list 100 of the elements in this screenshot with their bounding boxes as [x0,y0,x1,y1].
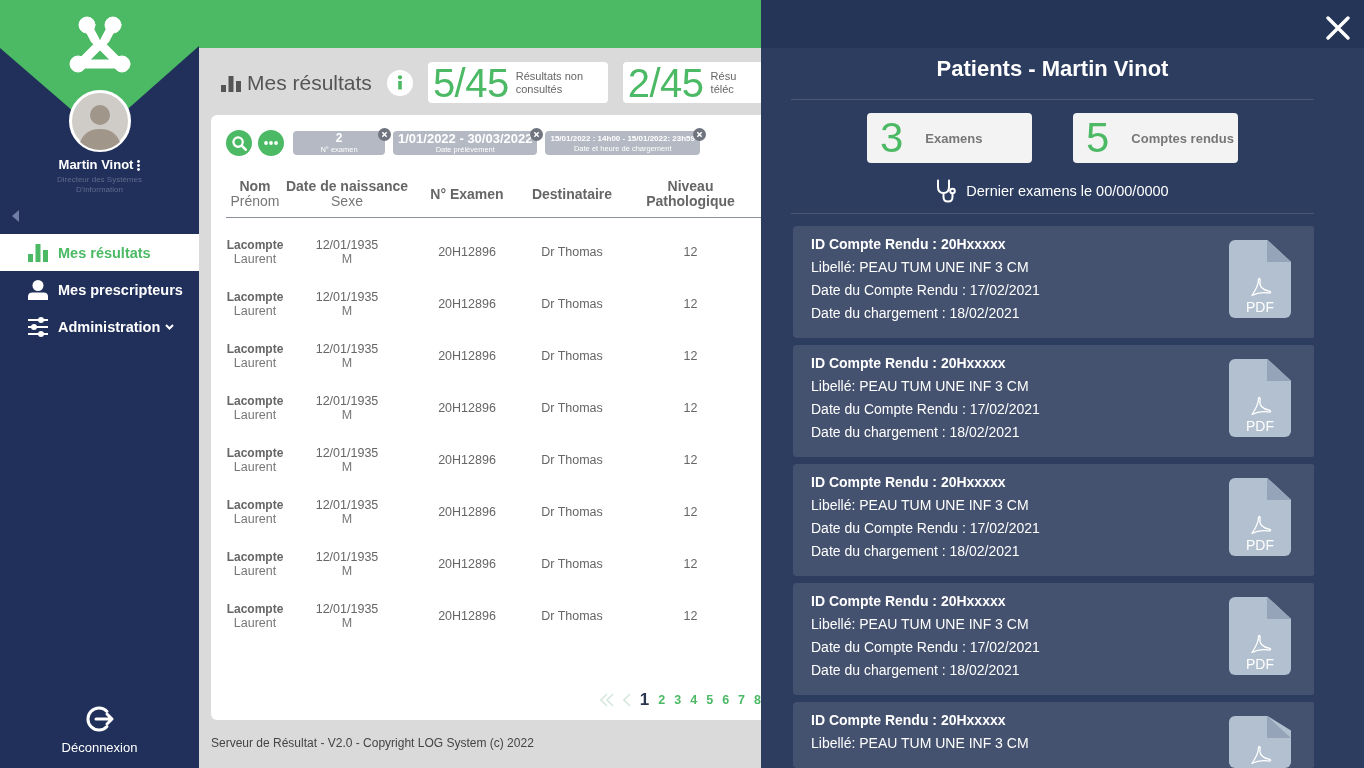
page-link[interactable]: 4 [690,693,698,707]
stat-label: Résultats non consultés [515,69,584,96]
table-cell: Laurent [233,512,277,526]
table-cell: M [341,564,353,578]
pdf-button[interactable]: PDF [1229,597,1291,675]
person-icon [28,279,48,300]
table-cell: Lacompte [226,446,284,460]
table-cell: 20H12896 [438,609,496,623]
page-link[interactable]: 5 [706,693,714,707]
table-cell: Lacompte [226,498,284,512]
table-cell: 12/01/1935 [315,342,379,356]
table-cell: Lacompte [226,550,284,564]
nav-item[interactable]: Administration [0,308,199,345]
nav-item[interactable]: Mes prescripteurs [0,271,199,308]
column-header: Date de naissance [285,179,409,194]
pdf-symbol-icon [1248,396,1272,416]
page-link[interactable]: 7 [738,693,746,707]
page-link[interactable]: 1 [639,690,650,710]
table-cell: 20H12896 [438,505,496,519]
column-header: Niveau Pathologique [645,179,736,209]
report-line: Date du chargement : 18/02/2021 [811,661,1021,680]
table-cell: 20H12896 [438,245,496,259]
report-line: Libellé: PEAU TUM UNE INF 3 CM [811,615,1030,634]
page-link[interactable]: 6 [722,693,730,707]
column-header: Destinataire [531,186,613,202]
report-id: ID Compte Rendu : 20Hxxxxx [811,354,1007,373]
column-header: Nom [239,179,271,194]
report-line: Date du chargement : 18/02/2021 [811,423,1021,442]
pdf-symbol-icon [1248,515,1272,535]
report-line: Date du Compte Rendu : 17/02/2021 [811,519,1041,538]
pdf-button[interactable]: PDF [1229,359,1291,437]
avatar-placeholder [68,90,131,152]
table-cell: 20H12896 [438,453,496,467]
table-cell: Dr Thomas [541,453,603,467]
pdf-button[interactable]: PDF [1229,240,1291,318]
user-name: Martin Vinot [58,157,134,173]
table-cell: Laurent [233,252,277,266]
table-cell: M [341,460,353,474]
page-link[interactable]: 2 [658,693,666,707]
table-cell: M [341,252,353,266]
table-cell: 12 [683,557,698,571]
ellipsis-icon [264,141,278,145]
table-cell: Dr Thomas [541,349,603,363]
table-cell: M [341,512,353,526]
bar-chart-icon [28,243,48,262]
last-exam-text: Dernier examens le 00/00/0000 [966,183,1169,199]
page-link[interactable]: 3 [674,693,682,707]
table-cell: 12 [683,505,698,519]
report-line: Date du Compte Rendu : 17/02/2021 [811,281,1041,300]
nav-item[interactable]: Mes résultats [0,234,199,271]
vertical-ellipsis-icon[interactable] [137,159,141,171]
table-cell: Laurent [233,408,277,422]
pdf-button[interactable]: PDF [1229,478,1291,556]
table-cell: 12/01/1935 [315,602,379,616]
count-label: Comptes rendus [1131,130,1234,146]
panel-title: Patients - Martin Vinot [935,55,1170,83]
info-icon[interactable] [386,69,413,96]
logout-button[interactable]: Déconnexion [61,703,138,755]
report-line: Date du chargement : 18/02/2021 [811,542,1021,561]
table-cell: M [341,356,353,370]
table-cell: Laurent [233,564,277,578]
count-label: Examens [925,130,983,146]
table-cell: Lacompte [226,394,284,408]
report-line: Libellé: PEAU TUM UNE INF 3 CM [811,258,1030,277]
count-value: 5 [1086,117,1110,159]
more-button[interactable] [258,130,284,156]
page-title: Mes résultats [247,70,372,95]
table-cell: 12/01/1935 [315,498,379,512]
table-cell: Laurent [233,460,277,474]
caret-left-icon[interactable] [12,210,19,222]
sliders-icon [28,316,48,337]
table-cell: 20H12896 [438,557,496,571]
table-cell: Lacompte [226,238,284,252]
column-subheader: Sexe [331,194,363,209]
page-link[interactable]: 8 [754,693,761,707]
table-cell: Laurent [233,356,277,370]
logo-icon [67,16,132,74]
search-icon [231,135,247,151]
close-icon[interactable] [1326,16,1350,40]
pdf-symbol-icon [1248,745,1272,765]
table-cell: 12/01/1935 [315,446,379,460]
table-cell: Lacompte [226,342,284,356]
report-id: ID Compte Rendu : 20Hxxxxx [811,235,1007,254]
table-cell: Lacompte [226,602,284,616]
pdf-symbol-icon [1248,634,1272,654]
search-button[interactable] [226,130,252,156]
pdf-button[interactable] [1229,716,1291,768]
table-cell: Dr Thomas [541,609,603,623]
report-id: ID Compte Rendu : 20Hxxxxx [811,711,1007,730]
table-cell: 12 [683,453,698,467]
count-value: 3 [880,117,904,159]
report-line: Date du chargement : 18/02/2021 [811,304,1021,323]
pdf-symbol-icon [1248,277,1272,297]
table-cell: 12 [683,609,698,623]
report-id: ID Compte Rendu : 20Hxxxxx [811,473,1007,492]
report-line: Libellé: PEAU TUM UNE INF 3 CM [811,734,1030,753]
stat-label: Résu téléc [710,69,738,96]
table-cell: Laurent [233,616,277,630]
report-line: Libellé: PEAU TUM UNE INF 3 CM [811,496,1030,515]
table-cell: Lacompte [226,290,284,304]
